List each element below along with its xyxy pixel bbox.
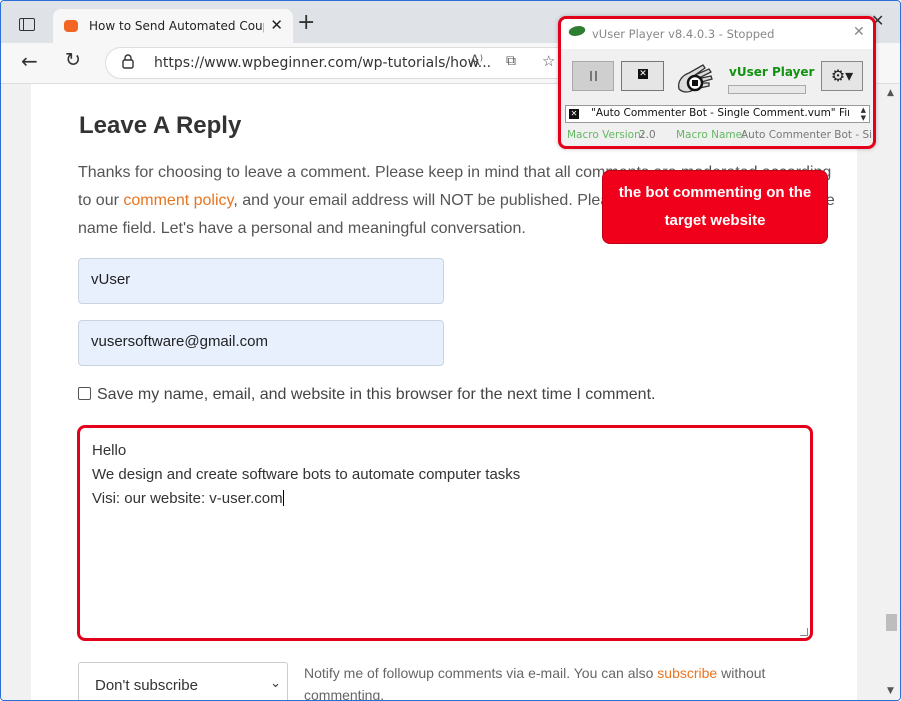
chevron-down-icon: ⌄ — [270, 676, 281, 691]
back-arrow-icon[interactable]: ← — [21, 49, 38, 73]
comment-policy-link[interactable]: comment policy — [123, 192, 233, 209]
site-favicon-icon — [64, 20, 78, 32]
tab-actions-icon[interactable] — [19, 18, 35, 31]
pause-button[interactable] — [572, 61, 614, 91]
vuser-logo-icon — [567, 26, 587, 36]
callout-line: the bot commenting on the — [618, 184, 812, 201]
macro-progress-bar — [728, 85, 806, 94]
scrollbar-thumb[interactable] — [886, 614, 897, 631]
comment-line: We design and create software bots to au… — [92, 466, 521, 483]
macro-name-label: Macro Name: — [676, 129, 746, 141]
save-info-row: Save my name, email, and website in this… — [78, 386, 655, 404]
settings-gear-icon[interactable]: ⚙▾ — [821, 61, 863, 91]
macro-spinner-icon[interactable]: ▲ ▼ — [861, 106, 866, 122]
subscribe-link[interactable]: subscribe — [657, 665, 717, 681]
email-field[interactable]: vusersoftware@gmail.com — [78, 320, 444, 366]
browser-tab[interactable]: How to Send Automated Coupon ✕ — [53, 9, 293, 43]
player-close-icon[interactable]: ✕ — [853, 24, 865, 40]
save-info-label: Save my name, email, and website in this… — [97, 386, 656, 403]
notify-text-part: Notify me of followup comments via e-mai… — [304, 665, 658, 681]
resize-handle-icon[interactable] — [800, 628, 808, 636]
comment-line-last: Visi: our website: v-user.com — [92, 490, 284, 507]
subscribe-select-value: Don't subscribe — [95, 677, 198, 694]
notify-text: Notify me of followup comments via e-mai… — [304, 662, 804, 700]
vuser-player-window: vUser Player v8.4.0.3 - Stopped ✕ ✕ vUse… — [558, 16, 876, 149]
name-field[interactable]: vUser — [78, 258, 444, 304]
read-aloud-icon[interactable]: A⁾ — [470, 53, 483, 69]
stop-icon: ✕ — [638, 69, 648, 79]
macro-version-label: Macro Version: — [567, 129, 645, 141]
player-brand-label: vUser Player — [729, 65, 815, 79]
email-field-value: vusersoftware@gmail.com — [91, 333, 268, 350]
callout-line: target website — [664, 212, 766, 229]
scroll-down-icon[interactable]: ▼ — [887, 686, 894, 696]
lock-icon — [122, 54, 134, 69]
tab-title: How to Send Automated Coupon — [89, 19, 264, 33]
comment-line: Hello — [92, 442, 127, 459]
macro-info-bar: Macro Version: 2.0 Macro Name: Auto Comm… — [561, 126, 873, 146]
robot-hand-icon — [677, 64, 713, 93]
reload-icon[interactable]: ↻ — [65, 49, 81, 71]
tab-close-icon[interactable]: ✕ — [270, 16, 283, 34]
new-tab-button[interactable]: + — [297, 12, 315, 34]
subscribe-select[interactable]: Don't subscribe ⌄ — [78, 662, 288, 700]
macro-version-value: 2.0 — [639, 129, 656, 141]
macro-file-name: "Auto Commenter Bot - Single Comment.vum… — [591, 107, 849, 119]
annotation-callout: the bot commenting on the target website — [602, 170, 828, 244]
save-info-checkbox[interactable] — [78, 387, 91, 400]
macro-status-icon: ✕ — [569, 109, 579, 119]
scroll-up-icon[interactable]: ▲ — [887, 88, 894, 98]
comment-textarea[interactable]: Hello We design and create software bots… — [77, 425, 813, 641]
add-favorite-icon[interactable]: ☆ — [542, 52, 555, 70]
stop-button[interactable]: ✕ — [621, 61, 664, 91]
macro-selector[interactable]: ✕ "Auto Commenter Bot - Single Comment.v… — [565, 105, 870, 123]
immersive-reader-icon[interactable]: ⧉ — [506, 53, 516, 69]
player-title: vUser Player v8.4.0.3 - Stopped — [592, 27, 775, 41]
text-caret — [282, 490, 284, 506]
vertical-scrollbar[interactable]: ▲ ▼ — [883, 84, 900, 700]
comment-line-text: Visi: our website: v-user.com — [92, 490, 283, 507]
page-title: Leave A Reply — [79, 112, 242, 139]
player-titlebar: vUser Player v8.4.0.3 - Stopped ✕ — [561, 19, 873, 49]
macro-name-value: Auto Commenter Bot - Singl — [741, 129, 876, 141]
address-bar[interactable]: https://www.wpbeginner.com/wp-tutorials/… — [105, 47, 587, 79]
name-field-value: vUser — [91, 271, 131, 288]
url-text: https://www.wpbeginner.com/wp-tutorials/… — [154, 55, 492, 71]
